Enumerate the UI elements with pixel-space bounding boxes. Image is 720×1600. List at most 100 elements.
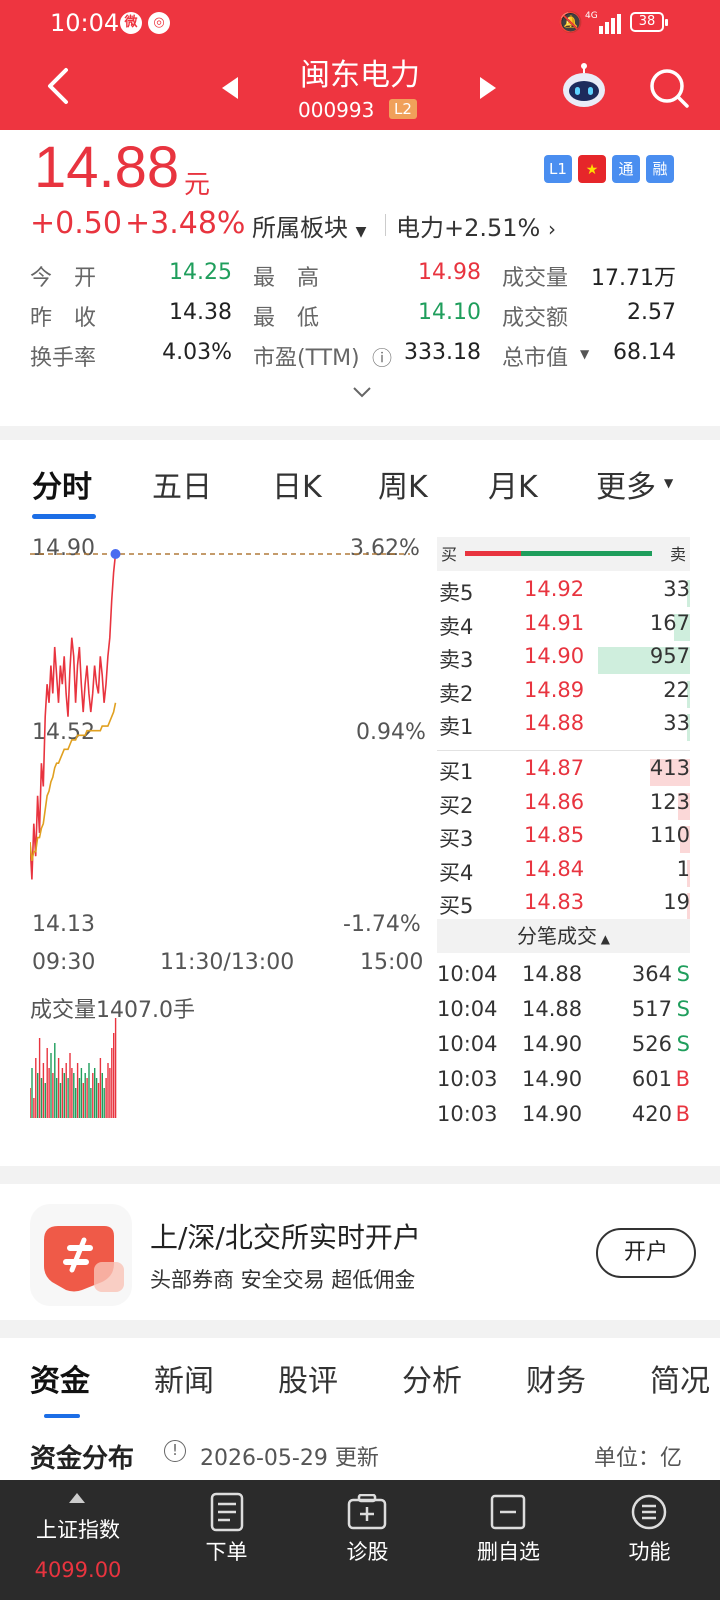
volume-bar xyxy=(38,1038,41,1118)
level2-badge[interactable]: L2 xyxy=(389,99,417,119)
volume-bar xyxy=(63,1073,65,1118)
level-label: 买2 xyxy=(439,793,474,818)
search-icon[interactable] xyxy=(647,66,691,110)
volume-bar xyxy=(61,1068,64,1118)
chart-tab[interactable]: 周K xyxy=(378,462,428,506)
volume-bar xyxy=(67,1078,69,1118)
nav-order[interactable]: 下单 xyxy=(156,1480,297,1600)
ask-row[interactable]: 卖5 14.92 33 xyxy=(437,577,690,611)
margin-tag[interactable]: 融 xyxy=(646,155,674,183)
quote-stat-value: 14.98 xyxy=(418,260,481,285)
volume-bar xyxy=(76,1063,79,1118)
bid-row[interactable]: 买2 14.86 123 xyxy=(437,790,690,824)
level-volume: 110 xyxy=(649,823,690,847)
robot-assistant-icon[interactable] xyxy=(560,62,608,110)
divider xyxy=(437,750,690,751)
level-volume: 957 xyxy=(649,644,690,668)
volume-bar xyxy=(113,1033,115,1118)
ask-row[interactable]: 卖3 14.90 957 xyxy=(437,644,690,678)
info-tab[interactable]: 新闻 xyxy=(154,1356,214,1400)
trade-time: 10:04 xyxy=(437,1032,498,1056)
info-tab[interactable]: 简况 xyxy=(650,1356,710,1400)
level-volume: 123 xyxy=(649,789,690,814)
prev-stock-icon[interactable] xyxy=(222,77,238,99)
ask-row[interactable]: 卖1 14.88 33 xyxy=(437,711,690,745)
trade-volume: 364 xyxy=(631,962,672,986)
quote-stat-value: 17.71万 xyxy=(591,266,676,291)
chart-tab[interactable]: 日K xyxy=(272,462,322,506)
sector-link[interactable]: 电力+2.51% › xyxy=(396,208,556,243)
chart-tab[interactable]: 五日 xyxy=(152,462,212,506)
chart-tab[interactable]: 分时 xyxy=(32,462,92,506)
volume-bar xyxy=(92,1073,94,1118)
info-tab[interactable]: 分析 xyxy=(402,1356,462,1400)
volume-bar xyxy=(82,1083,84,1118)
nav-functions[interactable]: 功能 xyxy=(579,1480,720,1600)
nav-diagnose[interactable]: 诊股 xyxy=(297,1480,438,1600)
level-label: 卖3 xyxy=(439,648,474,672)
index-ticker[interactable]: 上证指数 4099.00 xyxy=(0,1480,156,1600)
more-caret-icon[interactable]: ▼ xyxy=(664,476,673,490)
order-icon xyxy=(210,1492,244,1532)
expand-chevron-icon[interactable] xyxy=(352,386,372,398)
chart-section: 分时 五日 日K 周K 月K 更多 ▼ 14.90 3.62% 14.52 0.94% 14… xyxy=(0,440,720,1166)
quote-stat-label: 换手率 xyxy=(30,346,97,371)
trade-row: 10:04 14.88 517 S xyxy=(437,997,690,1031)
info-tab[interactable]: 财务 xyxy=(526,1356,586,1400)
trade-price: 14.90 xyxy=(522,1102,583,1122)
level-price: 14.84 xyxy=(524,856,585,881)
volume-bar xyxy=(80,1068,83,1118)
volume-bar xyxy=(101,1073,103,1118)
l1-tag[interactable]: L1 xyxy=(544,155,572,183)
info-tab[interactable]: 资金 xyxy=(30,1356,90,1400)
level-label: 买1 xyxy=(439,760,474,784)
volume-bar xyxy=(52,1073,54,1118)
trade-side: B xyxy=(675,1067,690,1091)
bid-row[interactable]: 买1 14.87 413 xyxy=(437,756,690,790)
volume-bar xyxy=(97,1083,100,1118)
market-cap-caret-icon[interactable]: ▼ xyxy=(580,347,589,361)
volume-bar xyxy=(107,1063,109,1118)
battery-icon: 38 xyxy=(630,12,668,32)
quote-stat-value: 14.10 xyxy=(418,300,481,325)
trade-price: 14.90 xyxy=(522,1032,583,1056)
trades-list[interactable]: 10:04 14.88 364 S 10:04 14.88 517 S 10:04 14.90 52… xyxy=(437,962,690,1122)
volume-bar xyxy=(59,1083,62,1118)
intraday-chart[interactable] xyxy=(30,540,420,1120)
index-name: 上证指数 xyxy=(36,1518,120,1542)
buy-ratio-bar xyxy=(465,551,522,556)
trade-row: 10:03 14.90 420 B xyxy=(437,1102,690,1122)
trade-side: S xyxy=(676,962,690,986)
buy-label: 买 xyxy=(441,545,458,564)
volume-bar xyxy=(44,1083,46,1118)
next-stock-icon[interactable] xyxy=(480,77,496,99)
bid-row[interactable]: 买3 14.85 110 xyxy=(437,823,690,857)
quote-stat-label: 今 开 xyxy=(30,266,97,291)
back-arrow-icon[interactable] xyxy=(44,66,74,106)
volume-bar xyxy=(57,1058,60,1118)
quote-stat-label[interactable]: 总市值 xyxy=(502,340,568,372)
chart-tab[interactable]: 更多 xyxy=(596,462,656,506)
open-account-button[interactable]: 开户 xyxy=(596,1228,696,1278)
fund-update-date: 2026-05-29 更新 xyxy=(200,1446,379,1471)
chart-tab[interactable]: 月K xyxy=(488,462,538,506)
trades-header[interactable]: 分笔成交 ▲ xyxy=(437,919,690,953)
connect-tag[interactable]: 通 xyxy=(612,155,640,183)
quote-stat-label: 昨 收 xyxy=(30,306,97,331)
nav-functions-label: 功能 xyxy=(628,1540,671,1564)
bid-row[interactable]: 买4 14.84 1 xyxy=(437,857,690,891)
ask-row[interactable]: 卖4 14.91 167 xyxy=(437,611,690,645)
account-ad[interactable]: 上/深/北交所实时开户 头部券商 安全交易 超低佣金 开户 xyxy=(0,1184,720,1320)
trade-time: 10:04 xyxy=(437,997,498,1021)
pe-info-icon[interactable]: ⓘ xyxy=(372,342,392,371)
account-ad-subtitle: 头部券商 安全交易 超低佣金 xyxy=(150,1268,416,1292)
quote-row: 今 开 14.25 最 高 14.98 成交量 17.71万 xyxy=(0,260,720,300)
ask-row[interactable]: 卖2 14.89 22 xyxy=(437,678,690,712)
info-tab[interactable]: 股评 xyxy=(278,1356,338,1400)
info-icon[interactable]: ! xyxy=(164,1440,186,1462)
quote-stat-value: 14.25 xyxy=(169,260,232,285)
trade-volume: 601 xyxy=(631,1067,672,1091)
volume-bar xyxy=(103,1088,105,1118)
nav-remove-watchlist[interactable]: 删自选 xyxy=(438,1480,579,1600)
sector-dropdown[interactable]: 所属板块 ▼ xyxy=(252,208,366,243)
